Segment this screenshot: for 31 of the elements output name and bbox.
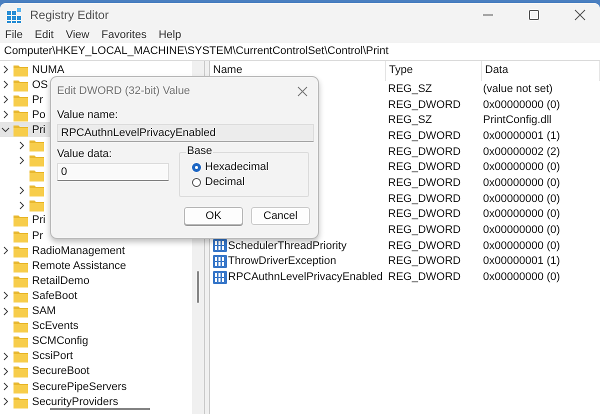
field-label: Value data: xyxy=(57,148,113,160)
table-cell-text: REG_DWORD xyxy=(387,224,462,236)
group-label: Base xyxy=(186,145,214,157)
table-cell-text: 0x00000001 (1) xyxy=(482,130,562,142)
table-cell-text: 0x00000000 (0) xyxy=(482,176,562,189)
dialog-title: Edit DWORD (32-bit) Value xyxy=(57,85,190,97)
table-cell-text: 0x00000000 (0) xyxy=(482,271,562,284)
table-cell-text: 0x00000002 (2) xyxy=(482,146,562,158)
table-cell-text: PrintConfig.dll xyxy=(482,114,552,126)
table-cell-text: REG_DWORD xyxy=(387,208,462,220)
table-cell-text: 0x00000000 (0) xyxy=(482,224,562,236)
table-cell-text: 0x00000001 (1) xyxy=(482,255,562,268)
table-cell-text: 0x00000000 (0) xyxy=(482,161,562,174)
table-cell-text: 0x00000000 (0) xyxy=(482,208,562,220)
table-cell-text: REG_DWORD xyxy=(387,271,462,284)
table-cell-text: 0x00000000 (0) xyxy=(482,192,562,205)
table-cell-text: REG_SZ xyxy=(387,82,434,95)
table-cell-text: 0x00000000 (0) xyxy=(482,240,562,252)
table-cell-text: REG_DWORD xyxy=(387,146,462,158)
table-cell-text: REG_DWORD xyxy=(387,240,462,252)
field-label: Value name: xyxy=(57,109,119,121)
window-title: Registry Editor xyxy=(30,8,109,22)
table-cell-text: REG_DWORD xyxy=(387,130,462,142)
table-cell-text: REG_DWORD xyxy=(387,192,462,205)
table-cell-text: REG_DWORD xyxy=(387,161,462,174)
table-cell-text: 0x00000000 (0) xyxy=(482,98,562,111)
table-cell-text: REG_DWORD xyxy=(387,176,462,189)
table-cell-text: (value not set) xyxy=(482,82,554,95)
table-cell-text: REG_DWORD xyxy=(387,98,462,111)
table-cell-text: REG_DWORD xyxy=(387,255,462,268)
table-cell-text: REG_SZ xyxy=(387,114,434,126)
